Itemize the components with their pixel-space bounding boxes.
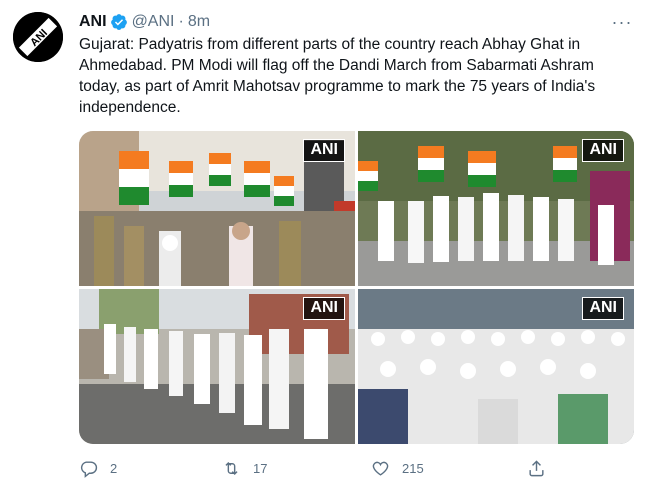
media-grid: ANI ANI ANI ANI bbox=[79, 131, 634, 444]
reply-button[interactable]: 2 bbox=[79, 459, 117, 478]
ani-watermark: ANI bbox=[303, 139, 345, 162]
retweet-count: 17 bbox=[253, 460, 268, 476]
photo-2[interactable]: ANI bbox=[358, 131, 634, 286]
photo-1[interactable]: ANI bbox=[79, 131, 355, 286]
retweet-icon bbox=[225, 461, 238, 475]
separator-dot: · bbox=[178, 13, 184, 30]
more-options-icon[interactable]: ··· bbox=[611, 12, 633, 32]
ani-watermark: ANI bbox=[582, 139, 624, 162]
share-icon bbox=[529, 459, 544, 476]
like-button[interactable]: 215 bbox=[371, 459, 424, 478]
reply-count: 2 bbox=[110, 460, 118, 476]
photo-3[interactable]: ANI bbox=[79, 289, 355, 444]
avatar[interactable]: ANI bbox=[13, 12, 63, 62]
tweet-actions: 2 17 215 bbox=[79, 457, 599, 479]
tweet-text: Gujarat: Padyatris from different parts … bbox=[79, 36, 596, 116]
share-button[interactable] bbox=[527, 459, 546, 478]
ani-logo-icon: ANI bbox=[13, 12, 63, 62]
tweet-header: ANI @ANI · 8m bbox=[79, 11, 619, 33]
tweet[interactable]: ANI ANI @ANI · 8m ··· Gujarat: Padyatris… bbox=[0, 0, 649, 485]
author-handle[interactable]: @ANI bbox=[132, 13, 175, 31]
reply-icon bbox=[80, 460, 98, 478]
ani-watermark: ANI bbox=[303, 297, 345, 320]
author-name[interactable]: ANI bbox=[79, 13, 107, 31]
heart-icon bbox=[372, 461, 389, 476]
ani-watermark: ANI bbox=[582, 297, 624, 320]
tweet-timestamp[interactable]: 8m bbox=[188, 13, 210, 31]
retweet-button[interactable]: 17 bbox=[222, 459, 267, 478]
photo-4[interactable]: ANI bbox=[358, 289, 634, 444]
like-count: 215 bbox=[402, 460, 424, 476]
verified-badge-icon bbox=[110, 14, 127, 30]
